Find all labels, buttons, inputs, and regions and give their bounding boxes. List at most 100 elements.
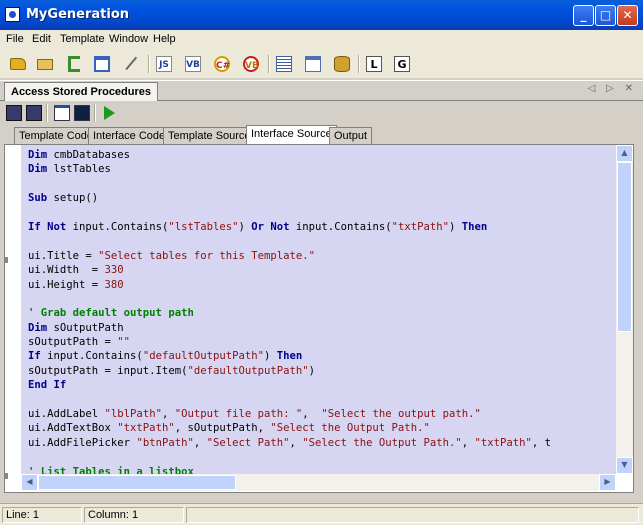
tab-output[interactable]: Output [329, 127, 373, 144]
scroll-down-button[interactable]: ▼ [616, 457, 633, 474]
language-mapping-icon: L [366, 56, 382, 72]
language-mappings-button[interactable]: L [364, 54, 384, 74]
console-button[interactable] [52, 103, 72, 123]
terminal-button[interactable] [72, 103, 92, 123]
console-icon [54, 105, 70, 121]
tree-view-button[interactable] [64, 54, 84, 74]
csharp-template-icon: C# [214, 56, 230, 72]
code-line[interactable]: ui.AddLabel "lblPath", "Output file path… [28, 407, 551, 421]
status-empty-pane [186, 507, 639, 523]
status-column: Column: 1 [84, 507, 184, 523]
code-line[interactable]: Dim sOutputPath [28, 321, 551, 335]
new-vbscript-template-button[interactable]: VB [183, 54, 203, 74]
tab-interface-code[interactable]: Interface Code [88, 127, 171, 144]
tab-template-source[interactable]: Template Source [163, 127, 256, 144]
menu-file[interactable]: File [6, 33, 24, 45]
horizontal-scroll-thumb[interactable] [38, 475, 236, 490]
vertical-scrollbar[interactable]: ▲ ▼ [616, 145, 633, 474]
main-toolbar: JS VB C# VB L G [0, 50, 643, 78]
execute-button[interactable] [100, 103, 120, 123]
menu-template[interactable]: Template [60, 33, 105, 45]
code-editor-frame: Dim cmbDatabases Dim lstTables Sub setup()… [4, 144, 634, 493]
vb-template-icon: VB [185, 56, 201, 72]
document-nav-controls[interactable]: ◁ ▷ ✕ [588, 83, 637, 94]
js-template-icon: JS [156, 56, 172, 72]
template-toolbar [0, 101, 643, 125]
tab-interface-source[interactable]: Interface Source [246, 125, 337, 144]
status-line: Line: 1 [2, 507, 82, 523]
splitter-grip-left [5, 257, 8, 263]
dialog-button[interactable] [303, 54, 323, 74]
database-icon [334, 56, 350, 72]
menu-edit[interactable]: Edit [32, 33, 51, 45]
new-jscript-template-button[interactable]: JS [154, 54, 174, 74]
code-line[interactable]: ui.AddFilePicker "btnPath", "Select Path… [28, 436, 551, 450]
splitter-grip-left-lower [5, 473, 8, 479]
folder-new-icon [37, 59, 53, 70]
run-icon [104, 106, 115, 120]
code-line[interactable]: End If [28, 378, 551, 392]
app-icon[interactable] [5, 7, 20, 22]
code-line[interactable]: ui.Title = "Select tables for this Templ… [28, 249, 551, 263]
panel-splitter[interactable] [0, 493, 643, 503]
code-line[interactable]: sOutputPath = "" [28, 335, 551, 349]
minimize-button[interactable]: _ [573, 5, 594, 26]
code-line[interactable] [28, 292, 551, 306]
menu-bar: File Edit Template Window Help [0, 30, 643, 51]
code-line[interactable]: ui.AddTextBox "txtPath", sOutputPath, "S… [28, 421, 551, 435]
scroll-up-button[interactable]: ▲ [616, 145, 633, 162]
dialog-icon [305, 56, 321, 72]
code-line[interactable] [28, 450, 551, 464]
menu-window[interactable]: Window [109, 33, 148, 45]
horizontal-scrollbar[interactable]: ◀ ▶ [21, 474, 616, 491]
document-tab[interactable]: Access Stored Procedures [4, 82, 159, 101]
new-vbnet-template-button[interactable]: VB [241, 54, 261, 74]
document-tab-bar: Access Stored Procedures ◁ ▷ ✕ [0, 80, 643, 101]
code-line[interactable]: If Not input.Contains("lstTables") Or No… [28, 220, 551, 234]
save-as-button[interactable] [24, 103, 44, 123]
global-user-meta-button[interactable]: G [392, 54, 412, 74]
code-line[interactable] [28, 393, 551, 407]
properties-button[interactable] [274, 54, 294, 74]
open-folder-icon [10, 58, 26, 70]
database-button[interactable] [332, 54, 352, 74]
code-editor[interactable]: Dim cmbDatabases Dim lstTables Sub setup()… [21, 145, 616, 474]
code-text[interactable]: Dim cmbDatabases Dim lstTables Sub setup()… [28, 148, 551, 474]
status-bar: Line: 1 Column: 1 [0, 503, 643, 525]
pin-icon [125, 56, 139, 72]
close-button[interactable]: ✕ [617, 5, 638, 26]
vertical-scroll-thumb[interactable] [617, 162, 632, 332]
title-bar: MyGeneration _ □ ✕ [0, 0, 643, 30]
open-button[interactable] [8, 54, 28, 74]
code-line[interactable]: ui.Height = 380 [28, 278, 551, 292]
code-line[interactable]: Dim lstTables [28, 162, 551, 176]
maximize-button[interactable]: □ [595, 5, 616, 26]
code-line[interactable]: ' Grab default output path [28, 306, 551, 320]
code-line[interactable]: Sub setup() [28, 191, 551, 205]
menu-help[interactable]: Help [153, 33, 176, 45]
tab-template-code[interactable]: Template Code [14, 127, 98, 144]
code-line[interactable] [28, 234, 551, 248]
code-line[interactable]: If input.Contains("defaultOutputPath") T… [28, 349, 551, 363]
code-line[interactable] [28, 177, 551, 191]
vbnet-template-icon: VB [243, 56, 259, 72]
save-as-icon [26, 105, 42, 121]
code-line[interactable]: sOutputPath = input.Item("defaultOutputP… [28, 364, 551, 378]
window-button[interactable] [92, 54, 112, 74]
code-line[interactable]: ' List Tables in a listbox [28, 465, 551, 474]
code-line[interactable]: Dim cmbDatabases [28, 148, 551, 162]
properties-icon [276, 56, 292, 72]
editor-tabs: Template Code Interface Code Template So… [0, 125, 643, 144]
code-line[interactable] [28, 206, 551, 220]
scroll-right-button[interactable]: ▶ [599, 474, 616, 491]
window-icon [94, 56, 110, 72]
tree-view-icon [68, 56, 80, 72]
terminal-icon [74, 105, 90, 121]
pin-button[interactable] [121, 54, 141, 74]
save-button[interactable] [4, 103, 24, 123]
code-line[interactable]: ui.Width = 330 [28, 263, 551, 277]
window-title: MyGeneration [26, 7, 130, 22]
new-csharp-template-button[interactable]: C# [212, 54, 232, 74]
new-folder-button[interactable] [35, 54, 55, 74]
scroll-left-button[interactable]: ◀ [21, 474, 38, 491]
